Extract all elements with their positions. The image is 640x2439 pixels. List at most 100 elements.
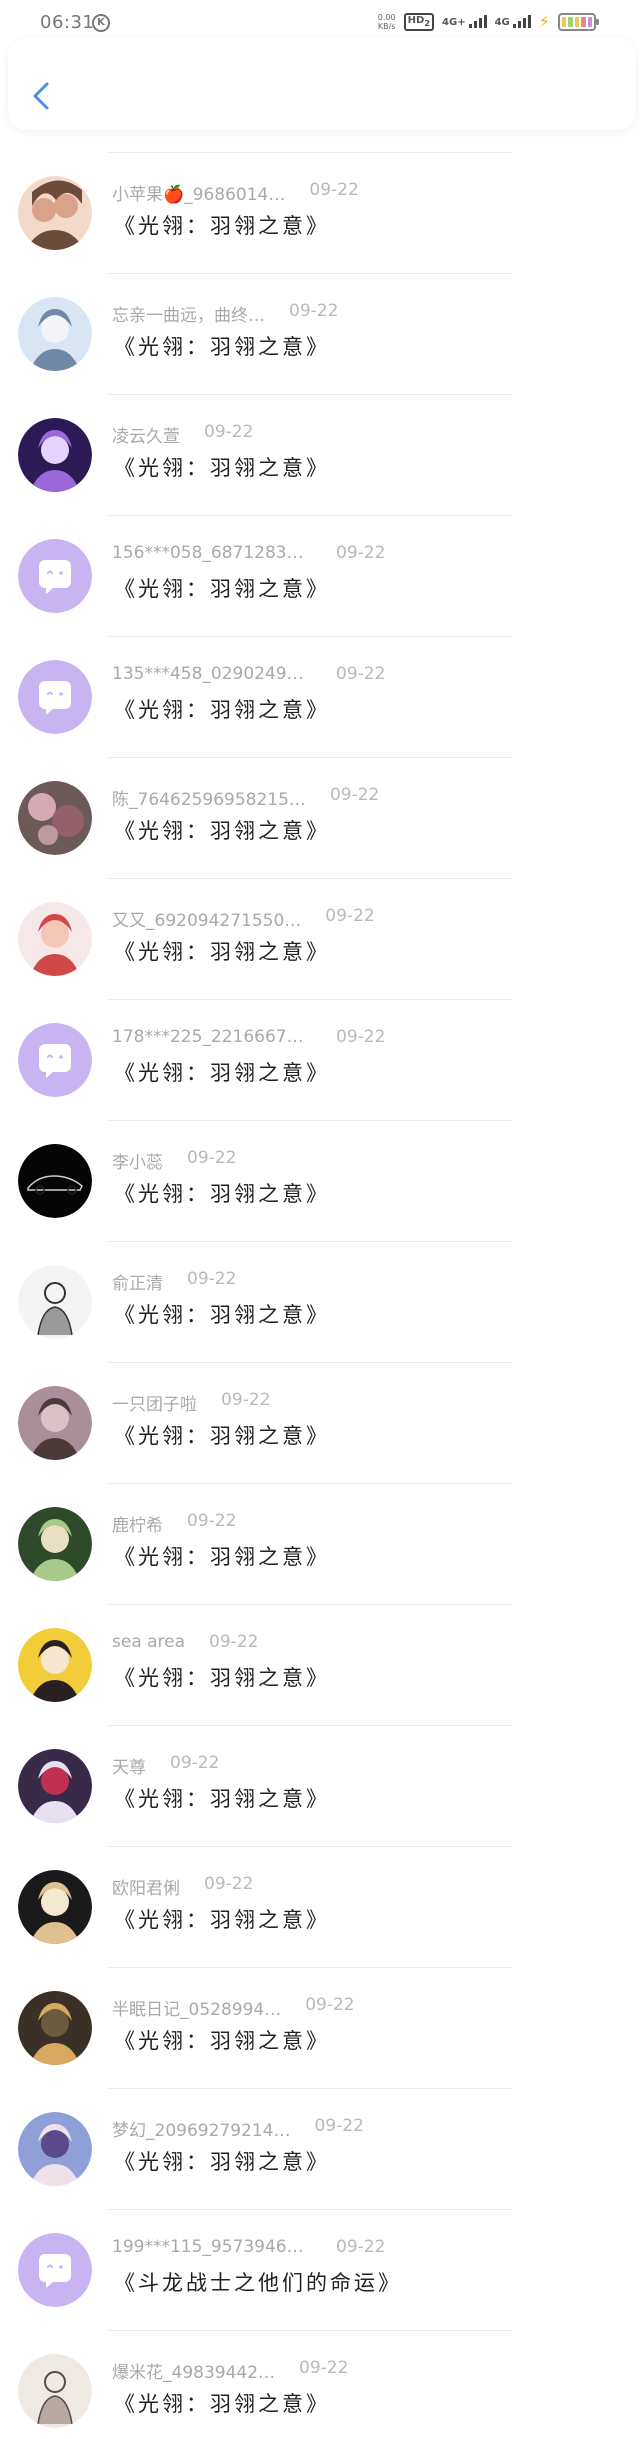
- list-item[interactable]: 天尊 09-22 《光翎：羽翎之意》: [0, 1725, 640, 1845]
- avatar[interactable]: [18, 2112, 92, 2186]
- item-message: 《光翎：羽翎之意》: [114, 2029, 330, 2053]
- battery-segment: [581, 16, 586, 27]
- avatar[interactable]: [18, 1144, 92, 1218]
- avatar[interactable]: [18, 2233, 92, 2307]
- avatar[interactable]: [18, 1265, 92, 1339]
- user-name: 梦幻_20969279214…: [112, 2121, 291, 2141]
- user-name: 俞正清: [112, 1274, 163, 1294]
- item-meta: 135***458_0290249831 09-22: [112, 664, 385, 684]
- battery-segment: [568, 16, 573, 27]
- list-item[interactable]: 半眠日记_0528994… 09-22 《光翎：羽翎之意》: [0, 1967, 640, 2087]
- network-type-2: 4G: [494, 17, 510, 28]
- item-message: 《光翎：羽翎之意》: [114, 940, 330, 964]
- list-item[interactable]: 135***458_0290249831 09-22 《光翎：羽翎之意》: [0, 636, 640, 756]
- item-message: 《光翎：羽翎之意》: [114, 335, 330, 359]
- list-item[interactable]: 欧阳君俐 09-22 《光翎：羽翎之意》: [0, 1846, 640, 1966]
- avatar[interactable]: [18, 1507, 92, 1581]
- list-item[interactable]: 梦幻_20969279214… 09-22 《光翎：羽翎之意》: [0, 2088, 640, 2208]
- item-message: 《光翎：羽翎之意》: [114, 1182, 330, 1206]
- user-name: 一只团子啦: [112, 1395, 197, 1415]
- item-meta: 一只团子啦 09-22: [112, 1390, 270, 1415]
- item-date: 09-22: [221, 1390, 271, 1410]
- item-message: 《光翎：羽翎之意》: [114, 819, 330, 843]
- avatar[interactable]: [18, 660, 92, 734]
- list-item[interactable]: 俞正清 09-22 《光翎：羽翎之意》: [0, 1241, 640, 1361]
- list-item[interactable]: 小苹果🍎_9686014… 09-22 《光翎：羽翎之意》: [0, 152, 640, 272]
- battery-icon: [558, 12, 599, 31]
- list-item[interactable]: 陈_76462596958215… 09-22 《光翎：羽翎之意》: [0, 757, 640, 877]
- signal-icon-1: 4G+: [442, 15, 487, 28]
- avatar[interactable]: [18, 539, 92, 613]
- chevron-left-icon: [33, 82, 49, 110]
- item-meta: sea area 09-22: [112, 1632, 258, 1652]
- avatar[interactable]: [18, 902, 92, 976]
- item-date: 09-22: [187, 1148, 237, 1168]
- avatar[interactable]: [18, 1023, 92, 1097]
- list-item[interactable]: 鹿柠希 09-22 《光翎：羽翎之意》: [0, 1483, 640, 1603]
- status-time: 06:31: [40, 12, 95, 33]
- item-message: 《光翎：羽翎之意》: [114, 577, 330, 601]
- item-meta: 156***058_6871283161 09-22: [112, 543, 385, 563]
- list-item[interactable]: 又又_692094271550… 09-22 《光翎：羽翎之意》: [0, 878, 640, 998]
- user-name: 天尊: [112, 1758, 146, 1778]
- item-date: 09-22: [204, 1874, 254, 1894]
- list-item[interactable]: 156***058_6871283161 09-22 《光翎：羽翎之意》: [0, 515, 640, 635]
- avatar[interactable]: [18, 2354, 92, 2428]
- avatar[interactable]: [18, 418, 92, 492]
- avatar[interactable]: [18, 781, 92, 855]
- item-date: 09-22: [170, 1753, 220, 1773]
- item-message: 《光翎：羽翎之意》: [114, 2150, 330, 2174]
- list-item[interactable]: 爆米花_49839442… 09-22 《光翎：羽翎之意》: [0, 2330, 640, 2439]
- list-item[interactable]: 199***115_9573946398 09-22 《斗龙战士之他们的命运》: [0, 2209, 640, 2329]
- list-item[interactable]: 178***225_2216667512 09-22 《光翎：羽翎之意》: [0, 999, 640, 1119]
- avatar[interactable]: [18, 297, 92, 371]
- item-meta: 天尊 09-22: [112, 1753, 219, 1778]
- item-meta: 半眠日记_0528994… 09-22: [112, 1995, 355, 2020]
- item-meta: 李小蕊 09-22: [112, 1148, 236, 1173]
- item-meta: 鹿柠希 09-22: [112, 1511, 236, 1536]
- item-meta: 爆米花_49839442… 09-22: [112, 2358, 348, 2383]
- avatar[interactable]: [18, 1749, 92, 1823]
- item-message: 《光翎：羽翎之意》: [114, 214, 330, 238]
- avatar[interactable]: [18, 1628, 92, 1702]
- user-name: 半眠日记_0528994…: [112, 2000, 282, 2020]
- list-item[interactable]: sea area 09-22 《光翎：羽翎之意》: [0, 1604, 640, 1724]
- back-button[interactable]: [28, 80, 56, 112]
- list-item[interactable]: 一只团子啦 09-22 《光翎：羽翎之意》: [0, 1362, 640, 1482]
- k-badge-icon: K: [92, 14, 110, 32]
- item-meta: 小苹果🍎_9686014… 09-22: [112, 180, 359, 205]
- item-message: 《光翎：羽翎之意》: [114, 1424, 330, 1448]
- item-message: 《斗龙战士之他们的命运》: [114, 2271, 402, 2295]
- avatar[interactable]: [18, 176, 92, 250]
- item-meta: 199***115_9573946398 09-22: [112, 2237, 385, 2257]
- item-meta: 欧阳君俐 09-22: [112, 1874, 253, 1899]
- hd-label: HD: [407, 14, 425, 26]
- user-name: 欧阳君俐: [112, 1879, 180, 1899]
- header-bar: [8, 38, 636, 130]
- item-message: 《光翎：羽翎之意》: [114, 2392, 330, 2416]
- item-date: 09-22: [314, 2116, 364, 2136]
- network-speed-value: 0.00: [377, 12, 396, 22]
- user-name: 凌云久萱: [112, 427, 180, 447]
- list-item[interactable]: 李小蕊 09-22 《光翎：羽翎之意》: [0, 1120, 640, 1240]
- hd-sub: 2: [424, 17, 431, 28]
- item-message: 《光翎：羽翎之意》: [114, 1303, 330, 1327]
- list-item[interactable]: 凌云久萱 09-22 《光翎：羽翎之意》: [0, 394, 640, 514]
- avatar[interactable]: [18, 1870, 92, 1944]
- item-date: 09-22: [305, 1995, 355, 2015]
- item-date: 09-22: [209, 1632, 259, 1652]
- user-name: 199***115_9573946398: [112, 2237, 312, 2257]
- item-meta: 忘亲一曲远，曲终… 09-22: [112, 301, 338, 326]
- item-message: 《光翎：羽翎之意》: [114, 1908, 330, 1932]
- user-name: 又又_692094271550…: [112, 911, 302, 931]
- list-item[interactable]: 忘亲一曲远，曲终… 09-22 《光翎：羽翎之意》: [0, 273, 640, 393]
- hd-icon: HD2: [403, 12, 435, 31]
- user-name: 忘亲一曲远，曲终…: [112, 306, 265, 326]
- avatar[interactable]: [18, 1991, 92, 2065]
- item-meta: 俞正清 09-22: [112, 1269, 236, 1294]
- avatar[interactable]: [18, 1386, 92, 1460]
- item-message: 《光翎：羽翎之意》: [114, 1545, 330, 1569]
- signal-icon-2: 4G: [495, 15, 531, 28]
- charging-bolt-icon: ⚡: [538, 12, 550, 31]
- user-name: sea area: [112, 1632, 186, 1652]
